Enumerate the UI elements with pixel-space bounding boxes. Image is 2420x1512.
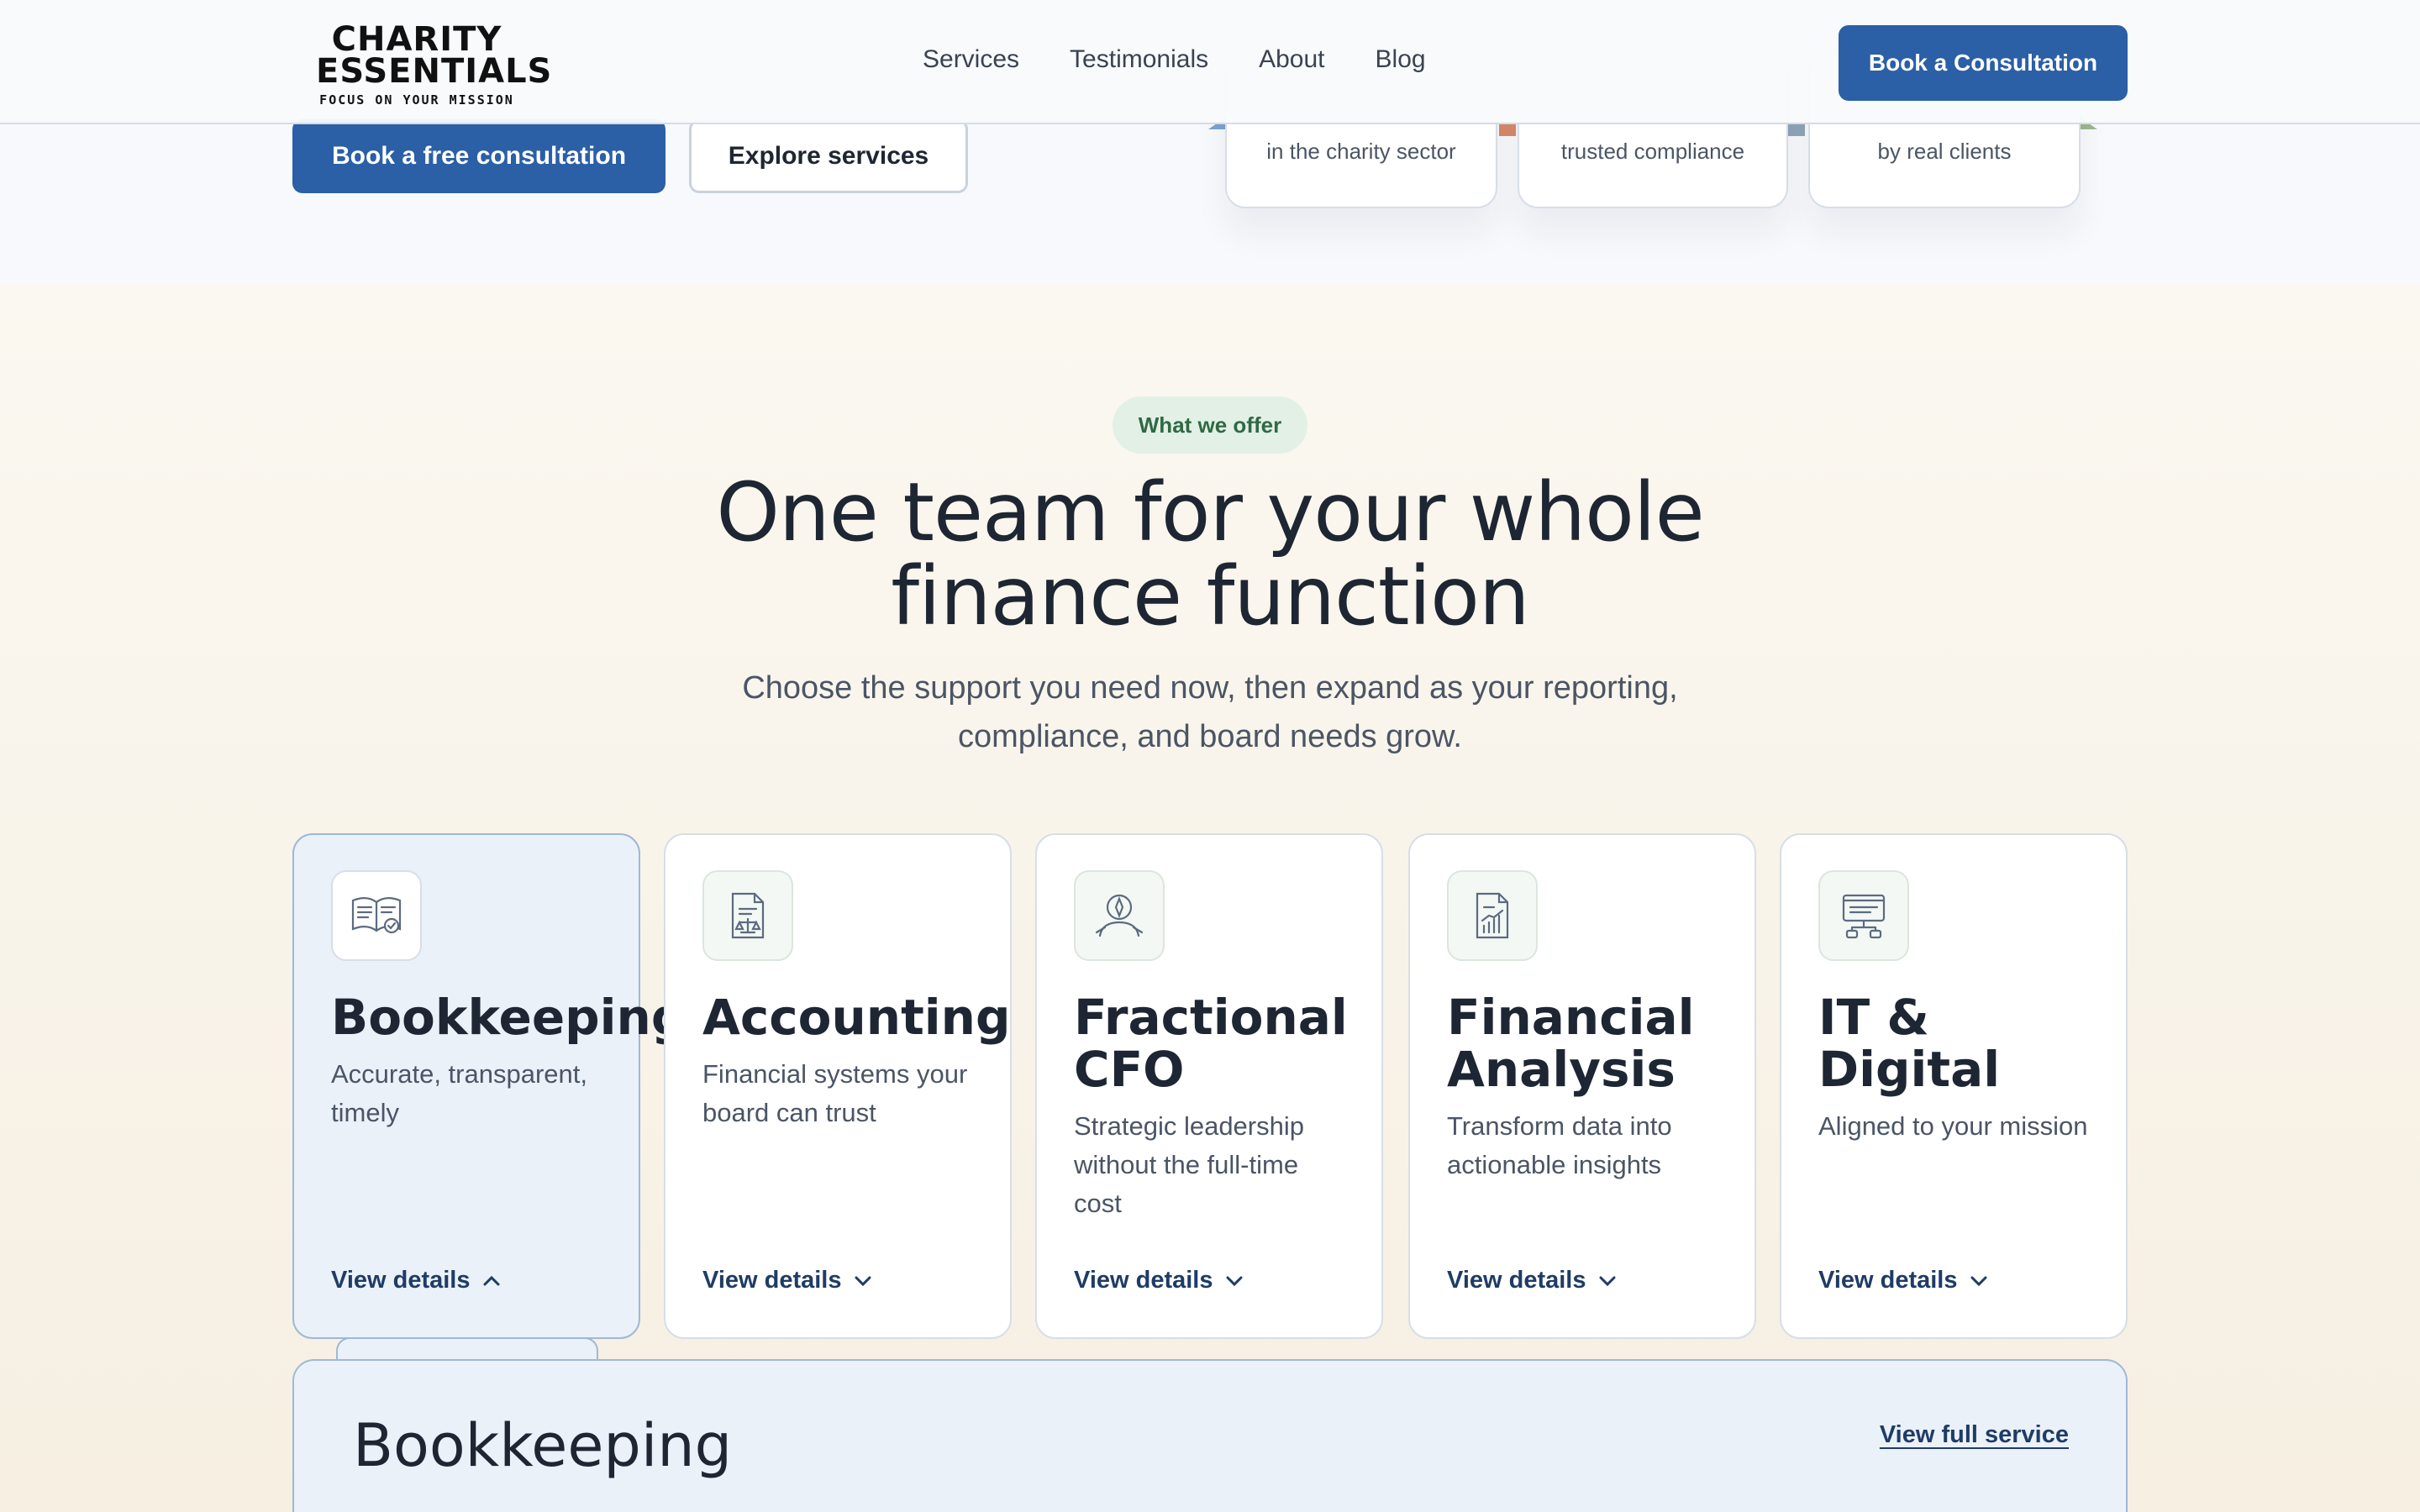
card-description: Financial systems your board can trust bbox=[702, 1059, 968, 1127]
card-description: Transform data into actionable insights bbox=[1447, 1111, 1672, 1179]
chevron-down-icon bbox=[1226, 1276, 1242, 1286]
decorative-shape-icon bbox=[1788, 124, 1805, 136]
logo-line-2: ESSENTIALS bbox=[316, 52, 553, 91]
book-free-consultation-button[interactable]: Book a free consultation bbox=[292, 119, 666, 193]
document-chart-icon bbox=[1447, 870, 1538, 961]
card-title: Fractional CFO bbox=[1074, 989, 1348, 1098]
view-details-label: View details bbox=[702, 1267, 842, 1294]
section-headline: One team for your whole finance function bbox=[716, 465, 1704, 643]
view-details-label: View details bbox=[1074, 1267, 1213, 1294]
view-details-toggle[interactable]: View details bbox=[1447, 1267, 1617, 1294]
decorative-shape-icon bbox=[1499, 124, 1516, 136]
section-subhead: Choose the support you need now, then ex… bbox=[742, 670, 1678, 754]
logo-tagline: FOCUS ON YOUR MISSION bbox=[319, 92, 514, 108]
view-full-service-link[interactable]: View full service bbox=[1880, 1421, 2069, 1449]
service-card-bookkeeping[interactable]: Bookkeeping Accurate, transparent, timel… bbox=[292, 833, 687, 1339]
card-description: Aligned to your mission bbox=[1818, 1111, 2088, 1141]
card-title: Financial Analysis bbox=[1447, 989, 1695, 1098]
service-card-it-digital[interactable]: IT & Digital Aligned to your mission Vie… bbox=[1780, 833, 2128, 1339]
stat-caption: by real clients bbox=[1877, 139, 2012, 164]
main-nav: Services Testimonials About Blog bbox=[923, 45, 1476, 74]
service-card-fractional-cfo[interactable]: Fractional CFO Strategic leadership with… bbox=[1035, 833, 1383, 1339]
view-details-toggle[interactable]: View details bbox=[1818, 1267, 1988, 1294]
service-card-accounting[interactable]: Accounting Financial systems your board … bbox=[664, 833, 1012, 1339]
site-header: CHARITY ESSENTIALS FOCUS ON YOUR MISSION… bbox=[0, 0, 2420, 124]
chevron-down-icon bbox=[855, 1276, 871, 1286]
card-title: Bookkeeping bbox=[331, 989, 687, 1046]
view-details-label: View details bbox=[1818, 1267, 1958, 1294]
book-consultation-button[interactable]: Book a Consultation bbox=[1839, 25, 2128, 101]
chevron-down-icon bbox=[1599, 1276, 1615, 1286]
card-title: Accounting bbox=[702, 989, 1011, 1046]
stat-caption: trusted compliance bbox=[1560, 139, 1745, 164]
card-description: Strategic leadership without the full-ti… bbox=[1074, 1111, 1304, 1218]
view-details-toggle[interactable]: View details bbox=[702, 1267, 872, 1294]
explore-services-button[interactable]: Explore services bbox=[689, 119, 968, 193]
person-compass-icon bbox=[1074, 870, 1165, 961]
stat-caption: in the charity sector bbox=[1266, 139, 1456, 164]
logo-line-1: CHARITY bbox=[331, 20, 502, 59]
nav-item-about[interactable]: About bbox=[1259, 45, 1324, 74]
view-details-toggle[interactable]: View details bbox=[1074, 1267, 1244, 1294]
service-detail-panel: Bookkeeping View full service bbox=[292, 1359, 2128, 1512]
section-eyebrow-badge: What we offer bbox=[1113, 396, 1307, 454]
view-details-label: View details bbox=[1447, 1267, 1586, 1294]
service-card-financial-analysis[interactable]: Financial Analysis Transform data into a… bbox=[1408, 833, 1756, 1339]
view-details-label: View details bbox=[331, 1267, 471, 1294]
document-scale-icon bbox=[702, 870, 793, 961]
card-description: Accurate, transparent, timely bbox=[331, 1059, 587, 1127]
nav-item-blog[interactable]: Blog bbox=[1376, 45, 1426, 74]
chevron-down-icon bbox=[1970, 1276, 1986, 1286]
chevron-up-icon bbox=[483, 1275, 499, 1285]
card-title: IT & Digital bbox=[1818, 989, 2001, 1098]
open-book-icon bbox=[331, 870, 422, 961]
nav-item-testimonials[interactable]: Testimonials bbox=[1070, 45, 1208, 74]
nav-item-services[interactable]: Services bbox=[923, 45, 1019, 74]
detail-panel-title: Bookkeeping bbox=[353, 1411, 733, 1480]
network-screen-icon bbox=[1818, 870, 1909, 961]
logo[interactable]: CHARITY ESSENTIALS FOCUS ON YOUR MISSION bbox=[316, 20, 553, 108]
view-details-toggle[interactable]: View details bbox=[331, 1267, 501, 1294]
